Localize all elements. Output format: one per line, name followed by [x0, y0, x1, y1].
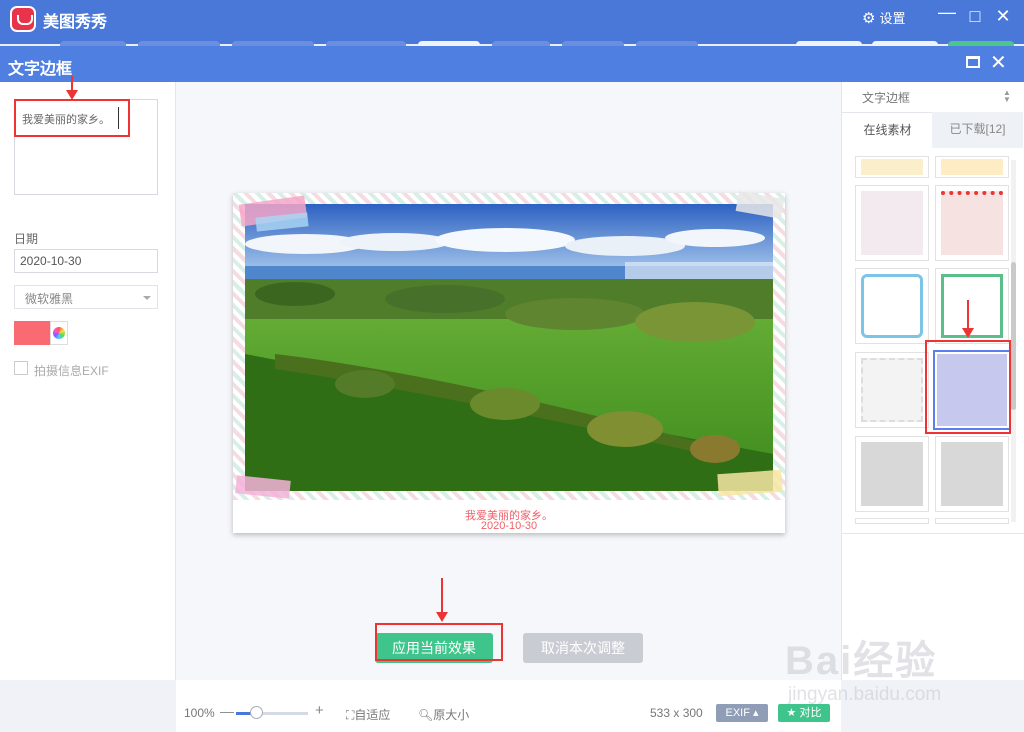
app-tabs	[0, 38, 1024, 51]
font-select[interactable]: 微软雅黑	[14, 285, 158, 309]
fit-button[interactable]: ⛶自适应	[346, 706, 390, 723]
exif-label: EXIF	[725, 707, 750, 719]
zoom-in-icon[interactable]: +	[315, 702, 324, 719]
app-title: 美图秀秀	[43, 14, 108, 31]
close-icon[interactable]: ✕	[991, 6, 1015, 27]
original-size-label: 原大小	[433, 708, 470, 722]
frame-thumbnail[interactable]	[935, 156, 1009, 178]
maximize-icon[interactable]: □	[963, 6, 987, 27]
color-picker-icon[interactable]	[50, 321, 68, 345]
bottom-gap	[176, 680, 841, 694]
original-size-button[interactable]: 🔍︎原大小	[418, 706, 469, 723]
compare-icon: ★	[786, 707, 797, 719]
frame-thumbnail[interactable]	[855, 436, 929, 512]
dialog-title: 文字边框	[8, 61, 73, 78]
frame-thumbnail[interactable]	[855, 156, 929, 178]
settings-button[interactable]: ⚙ 设置	[862, 8, 905, 27]
frame-thumbnail[interactable]	[935, 185, 1009, 261]
annotation-box-apply	[375, 623, 503, 661]
exif-checkbox[interactable]	[14, 361, 28, 375]
exif-button[interactable]: EXIF ▴	[716, 704, 768, 722]
settings-label: 设置	[879, 11, 906, 26]
tab-downloaded[interactable]: 已下载[12]	[932, 112, 1023, 148]
zoom-level: 100%	[184, 706, 215, 720]
image-size: 533 x 300	[650, 706, 703, 720]
zoom-slider-knob[interactable]	[250, 706, 263, 719]
category-select[interactable]: 文字边框	[862, 89, 910, 106]
tab-online[interactable]: 在线素材	[842, 112, 933, 148]
date-label: 日期	[14, 232, 39, 246]
compare-button[interactable]: ★ 对比	[778, 704, 830, 722]
watermark-url: jingyan.baidu.com	[788, 684, 942, 705]
cancel-button[interactable]: 取消本次调整	[523, 633, 643, 663]
annotation-arrow	[962, 300, 974, 338]
frame-thumbnail[interactable]	[855, 268, 929, 344]
frame-thumbnail[interactable]	[935, 518, 1009, 524]
annotation-arrow	[66, 76, 78, 100]
frame-thumbnail[interactable]	[935, 436, 1009, 512]
magnifier-icon: 🔍︎	[418, 708, 434, 722]
dialog-close-icon[interactable]: ✕	[990, 50, 1007, 75]
zoom-out-icon[interactable]: —	[220, 703, 234, 719]
annotation-box-thumbnail	[925, 340, 1011, 434]
date-field[interactable]: 2020-10-30	[14, 249, 158, 273]
frame-thumbnail[interactable]	[855, 518, 929, 524]
dialog-maximize-icon[interactable]	[966, 56, 980, 68]
gear-icon: ⚙	[862, 10, 876, 27]
frame-thumbnail[interactable]	[855, 185, 929, 261]
tape-decoration	[717, 469, 783, 497]
dialog-header: 文字边框	[0, 46, 1024, 82]
landscape-photo	[245, 204, 773, 491]
meitu-logo-icon	[10, 6, 36, 32]
category-arrows-icon: ▲ ▼	[1003, 88, 1011, 104]
watermark-brand: Bai经验	[785, 639, 938, 683]
frame-thumbnail[interactable]	[855, 352, 929, 428]
divider	[842, 533, 1024, 534]
minimize-icon[interactable]: —	[935, 2, 959, 23]
bottom-left-fill	[0, 680, 176, 732]
fit-label: 自适应	[354, 708, 391, 722]
annotation-arrow	[436, 578, 448, 622]
exif-checkbox-label: 拍摄信息EXIF	[34, 364, 109, 378]
annotation-box-text	[14, 99, 130, 137]
caption-date: 2020-10-30	[480, 520, 538, 532]
compare-label: 对比	[799, 707, 822, 719]
text-color-swatch[interactable]	[14, 321, 50, 345]
material-scroll-thumb[interactable]	[1011, 262, 1016, 410]
